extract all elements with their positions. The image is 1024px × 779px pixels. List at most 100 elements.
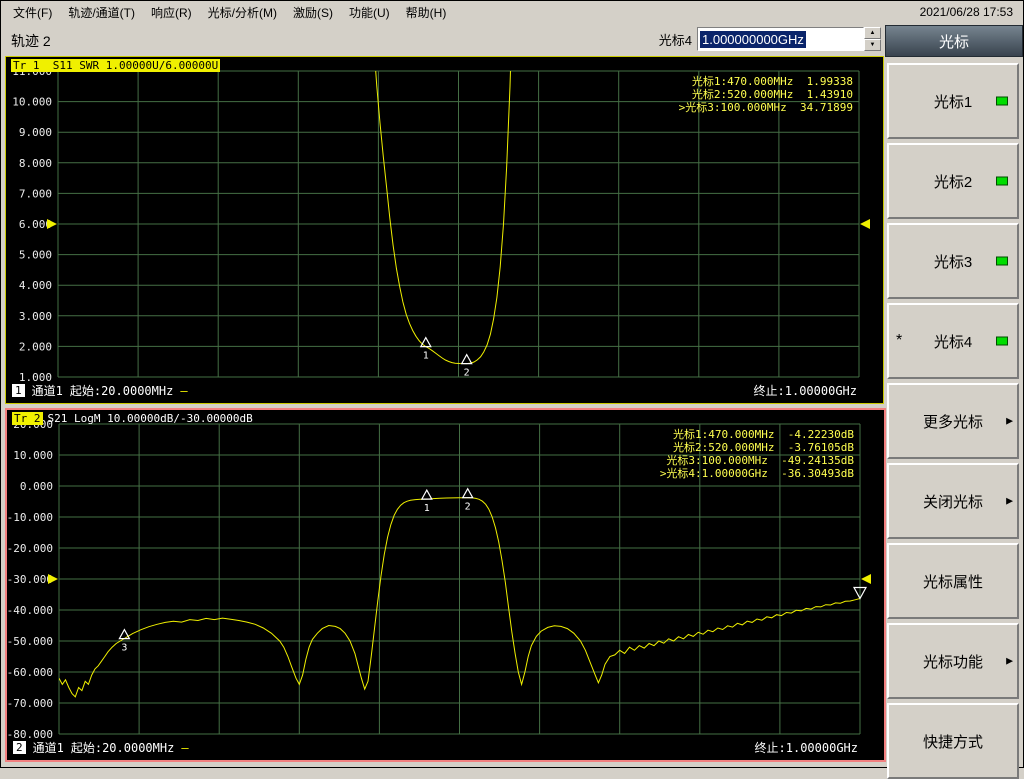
submenu-arrow-icon: ▶ bbox=[1006, 415, 1013, 426]
trace2-title-rest: S21 LogM 10.00000dB/-30.00000dB bbox=[47, 412, 253, 425]
softkey-button-光标2[interactable]: 光标2 bbox=[887, 143, 1019, 219]
trace2-title: Tr 2 S21 LogM 10.00000dB/-30.00000dB bbox=[12, 412, 253, 425]
channel-number-box: 1 bbox=[12, 384, 25, 397]
led-indicator bbox=[996, 256, 1008, 266]
y-tick-label: 0.000 bbox=[20, 480, 53, 493]
softkey-label: 更多光标 bbox=[922, 413, 983, 431]
reference-level-arrow-right bbox=[861, 574, 871, 584]
toolbar: 轨迹 2 光标4 1.000000000GHz ▲ ▼ bbox=[1, 23, 885, 55]
sweep-indicator: — bbox=[181, 740, 189, 755]
y-tick-label: 10.000 bbox=[12, 96, 52, 109]
marker-readout-line: >光标4:1.00000GHz -36.30493dB bbox=[659, 467, 854, 480]
led-indicator bbox=[996, 96, 1008, 106]
y-tick-label: 8.000 bbox=[19, 157, 52, 170]
softkey-button-更多光标[interactable]: 更多光标 ▶ bbox=[887, 383, 1019, 459]
menu-item[interactable]: 功能(U) bbox=[341, 2, 398, 23]
softkey-label: 关闭光标 bbox=[922, 493, 983, 511]
y-tick-label: 2.000 bbox=[19, 340, 52, 353]
marker-frequency-entry: 光标4 1.000000000GHz ▲ ▼ bbox=[659, 27, 881, 51]
marker-readout-line: 光标2:520.000MHz -3.76105dB bbox=[673, 441, 854, 454]
reference-level-arrow-left bbox=[48, 574, 58, 584]
marker-readout-line: >光标3:100.000MHz 34.71899 bbox=[678, 101, 853, 114]
marker-1-symbol[interactable] bbox=[420, 488, 433, 500]
marker-3-symbol[interactable] bbox=[118, 628, 131, 640]
y-tick-label: -30.000 bbox=[7, 573, 53, 586]
marker-readouts: 光标1:470.000MHz 1.99338 光标2:520.000MHz 1.4… bbox=[679, 75, 853, 114]
active-trace-label: 轨迹 2 bbox=[11, 33, 51, 49]
menu-bar-items: 文件(F) 轨迹/通道(T) 响应(R) 光标/分析(M) 激励(S) 功能(U) 帮助(H… bbox=[5, 2, 454, 23]
step-up-button[interactable]: ▲ bbox=[864, 27, 881, 39]
channel-status-bar: 2 通道1 起始:20.0000MHz — 终止:1.00000GHz bbox=[13, 739, 858, 756]
submenu-arrow-icon: ▶ bbox=[1006, 655, 1013, 666]
marker-frequency-input[interactable]: 1.000000000GHz bbox=[697, 27, 864, 51]
softkey-label: 光标1 bbox=[933, 93, 973, 111]
start-frequency: 起始:20.0000MHz bbox=[70, 741, 175, 755]
stop-frequency: 终止:1.00000GHz bbox=[754, 741, 858, 755]
channel-number-box: 2 bbox=[13, 741, 26, 754]
trace-line bbox=[375, 71, 511, 365]
softkey-label: 光标3 bbox=[933, 253, 973, 271]
softkey-label: 光标功能 bbox=[922, 653, 983, 671]
softkey-label: 光标4 bbox=[933, 333, 973, 351]
trace1-title-highlight: Tr 1 S11 SWR 1.00000U/6.00000U bbox=[11, 59, 221, 72]
menu-item[interactable]: 帮助(H) bbox=[398, 2, 455, 23]
frequency-stepper: ▲ ▼ bbox=[864, 27, 881, 51]
marker-readouts: 光标1:470.000MHz -4.22230dB 光标2:520.000MHz … bbox=[660, 428, 854, 480]
softkey-button-光标属性[interactable]: 光标属性 bbox=[887, 543, 1019, 619]
softkey-button-光标3[interactable]: 光标3 bbox=[887, 223, 1019, 299]
softkey-button-光标1[interactable]: 光标1 bbox=[887, 63, 1019, 139]
marker-1-number: 1 bbox=[424, 503, 430, 514]
trace1-window[interactable]: Tr 1 S11 SWR 1.00000U/6.00000U 光标1:470.0… bbox=[5, 56, 884, 404]
y-tick-label: -40.000 bbox=[7, 604, 53, 617]
menu-item[interactable]: 文件(F) bbox=[5, 2, 60, 23]
trace1-title: Tr 1 S11 SWR 1.00000U/6.00000U bbox=[11, 59, 225, 72]
softkey-label: 光标属性 bbox=[922, 573, 983, 591]
y-tick-label: 4.000 bbox=[19, 279, 52, 292]
marker-2-symbol[interactable] bbox=[461, 487, 474, 499]
start-frequency: 起始:20.0000MHz bbox=[69, 384, 174, 398]
trace1-title-rest bbox=[220, 59, 225, 72]
marker-readout-line: 光标1:470.000MHz 1.99338 bbox=[691, 75, 853, 88]
marker-2-number: 2 bbox=[465, 502, 471, 513]
marker-readout-line: 光标3:100.000MHz -49.24135dB bbox=[666, 454, 854, 467]
menu-item[interactable]: 光标/分析(M) bbox=[200, 2, 285, 23]
channel-label: 通道1 bbox=[31, 384, 63, 398]
sweep-indicator: — bbox=[180, 383, 188, 398]
softkey-button-光标4[interactable]: * 光标4 bbox=[887, 303, 1019, 379]
y-tick-label: -60.000 bbox=[7, 666, 53, 679]
reference-level-arrow-left bbox=[47, 219, 57, 229]
active-marker-star: * bbox=[896, 332, 903, 349]
menu-item[interactable]: 轨迹/通道(T) bbox=[60, 2, 143, 23]
y-tick-label: -50.000 bbox=[7, 635, 53, 648]
channel-label: 通道1 bbox=[32, 741, 64, 755]
marker-readout-line: 光标2:520.000MHz 1.43910 bbox=[691, 88, 853, 101]
y-tick-label: 3.000 bbox=[19, 310, 52, 323]
softkey-label: 快捷方式 bbox=[922, 733, 983, 751]
marker-2-symbol[interactable] bbox=[460, 353, 473, 365]
softkey-menu-title: 光标 bbox=[885, 25, 1023, 57]
menu-bar: 文件(F) 轨迹/通道(T) 响应(R) 光标/分析(M) 激励(S) 功能(U) 帮助(H… bbox=[1, 1, 1023, 23]
y-tick-label: -20.000 bbox=[7, 542, 53, 555]
trace2-window[interactable]: Tr 2 S21 LogM 10.00000dB/-30.00000dB 光标1:… bbox=[5, 408, 886, 762]
led-indicator bbox=[996, 336, 1008, 346]
marker-2-number: 2 bbox=[464, 368, 470, 379]
marker-entry-label: 光标4 bbox=[658, 32, 692, 48]
stop-frequency: 终止:1.00000GHz bbox=[753, 384, 857, 398]
menu-item[interactable]: 激励(S) bbox=[285, 2, 341, 23]
reference-level-arrow-right bbox=[860, 219, 870, 229]
led-indicator bbox=[996, 176, 1008, 186]
softkey-button-光标功能[interactable]: 光标功能 ▶ bbox=[887, 623, 1019, 699]
step-down-button[interactable]: ▼ bbox=[864, 39, 881, 51]
sidebar: 光标1 光标2 光标3 * 光标4 更多光标 ▶ 关闭光标 ▶ 光标属性 光标功能 ▶ 快捷方式 bbox=[885, 63, 1021, 779]
y-tick-label: 9.000 bbox=[19, 126, 52, 139]
softkey-button-关闭光标[interactable]: 关闭光标 ▶ bbox=[887, 463, 1019, 539]
y-tick-label: -10.000 bbox=[7, 511, 53, 524]
y-tick-label: 7.000 bbox=[19, 187, 52, 200]
marker-1-number: 1 bbox=[423, 351, 429, 362]
y-tick-label: -70.000 bbox=[7, 697, 53, 710]
trace2-title-highlight: Tr 2 bbox=[12, 412, 43, 425]
channel-status-bar: 1 通道1 起始:20.0000MHz — 终止:1.00000GHz bbox=[12, 382, 857, 399]
marker-frequency-value: 1.000000000GHz bbox=[700, 30, 806, 48]
marker-1-symbol[interactable] bbox=[419, 336, 432, 348]
menu-item[interactable]: 响应(R) bbox=[143, 2, 200, 23]
